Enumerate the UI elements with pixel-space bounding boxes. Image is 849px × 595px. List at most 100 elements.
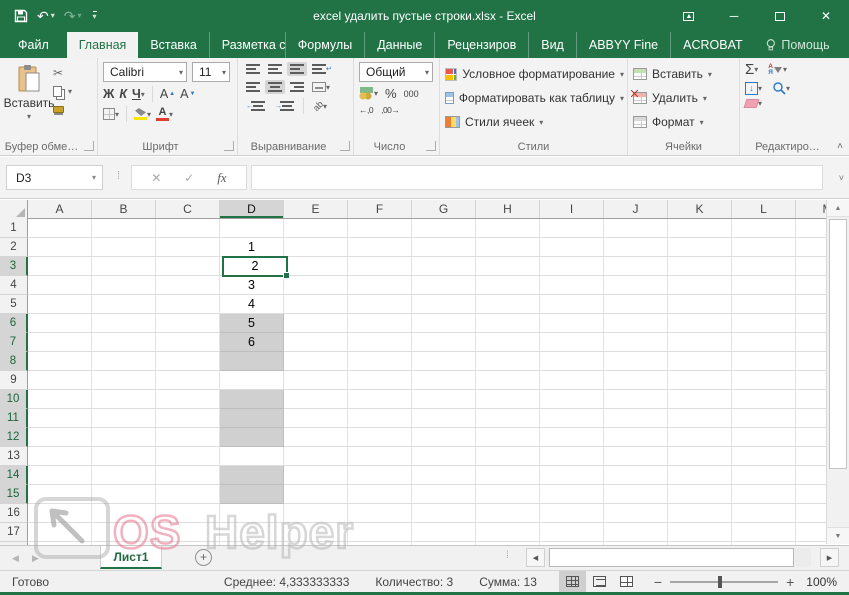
vertical-scroll-thumb[interactable] <box>829 219 847 469</box>
column-header-L[interactable]: L <box>732 200 796 218</box>
row-header-4[interactable]: 4 <box>0 276 28 295</box>
cell-B14[interactable] <box>92 466 156 485</box>
align-center-button[interactable] <box>265 80 285 94</box>
cell-B7[interactable] <box>92 333 156 352</box>
cell-A4[interactable] <box>28 276 92 295</box>
new-sheet-button[interactable]: + <box>195 549 212 566</box>
cell-D17[interactable] <box>220 523 284 542</box>
wrap-text-button[interactable]: ↵ <box>309 62 335 76</box>
cell-E15[interactable] <box>284 485 348 504</box>
vertical-scrollbar[interactable]: ▲ ▼ <box>826 200 849 544</box>
underline-button[interactable]: Ч ▾ <box>132 87 145 101</box>
cell-B10[interactable] <box>92 390 156 409</box>
cell-M6[interactable] <box>796 314 826 333</box>
clipboard-dialog-launcher[interactable] <box>84 141 94 151</box>
cell-L9[interactable] <box>732 371 796 390</box>
cell-K9[interactable] <box>668 371 732 390</box>
cell-H10[interactable] <box>476 390 540 409</box>
cell-H4[interactable] <box>476 276 540 295</box>
cell-F9[interactable] <box>348 371 412 390</box>
cell-K16[interactable] <box>668 504 732 523</box>
cell-I4[interactable] <box>540 276 604 295</box>
font-name-combo[interactable]: Calibri ▾ <box>103 62 187 82</box>
cell-K10[interactable] <box>668 390 732 409</box>
enter-icon[interactable]: ✓ <box>184 171 194 185</box>
cell-L2[interactable] <box>732 238 796 257</box>
cell-I6[interactable] <box>540 314 604 333</box>
cell-M10[interactable] <box>796 390 826 409</box>
cell-A14[interactable] <box>28 466 92 485</box>
cell-C14[interactable] <box>156 466 220 485</box>
cell-F6[interactable] <box>348 314 412 333</box>
column-header-I[interactable]: I <box>540 200 604 218</box>
cell-C12[interactable] <box>156 428 220 447</box>
cell-E1[interactable] <box>284 219 348 238</box>
cell-I3[interactable] <box>540 257 604 276</box>
cell-K2[interactable] <box>668 238 732 257</box>
hscroll-left-icon[interactable]: ◀ <box>526 548 545 567</box>
cell-J7[interactable] <box>604 333 668 352</box>
cell-A13[interactable] <box>28 447 92 466</box>
name-box[interactable]: D3 ▾ <box>6 165 103 190</box>
cell-K6[interactable] <box>668 314 732 333</box>
cell-H14[interactable] <box>476 466 540 485</box>
merge-center-button[interactable]: ▾ <box>309 80 333 94</box>
cell-M4[interactable] <box>796 276 826 295</box>
cell-B9[interactable] <box>92 371 156 390</box>
row-header-5[interactable]: 5 <box>0 295 28 314</box>
row-header-13[interactable]: 13 <box>0 447 28 466</box>
cell-C9[interactable] <box>156 371 220 390</box>
cell-E5[interactable] <box>284 295 348 314</box>
collapse-ribbon-button[interactable]: ˄ <box>837 141 843 152</box>
cell-A1[interactable] <box>28 219 92 238</box>
cell-L1[interactable] <box>732 219 796 238</box>
cell-I2[interactable] <box>540 238 604 257</box>
ribbon-tab-7[interactable]: Вид <box>528 32 576 58</box>
find-select-button[interactable]: ▾ <box>772 81 790 95</box>
zoom-out-button[interactable]: − <box>654 574 662 590</box>
cell-A3[interactable] <box>28 257 92 276</box>
zoom-slider[interactable] <box>670 575 779 588</box>
cell-F13[interactable] <box>348 447 412 466</box>
cell-M15[interactable] <box>796 485 826 504</box>
cell-D7[interactable]: 6 <box>220 333 284 352</box>
cell-F12[interactable] <box>348 428 412 447</box>
page-break-view-button[interactable] <box>613 571 640 592</box>
cell-I1[interactable] <box>540 219 604 238</box>
ribbon-display-options-button[interactable]: ▲ <box>665 0 711 32</box>
row-header-11[interactable]: 11 <box>0 409 28 428</box>
prev-sheet-icon[interactable]: ◀ <box>12 553 19 564</box>
column-header-K[interactable]: K <box>668 200 732 218</box>
format-as-table-button[interactable]: Форматировать как таблицу ▾ <box>445 86 624 110</box>
cell-C3[interactable] <box>156 257 220 276</box>
cell-C2[interactable] <box>156 238 220 257</box>
cell-G5[interactable] <box>412 295 476 314</box>
cell-K15[interactable] <box>668 485 732 504</box>
align-right-button[interactable] <box>287 80 307 94</box>
cell-E4[interactable] <box>284 276 348 295</box>
cell-A5[interactable] <box>28 295 92 314</box>
cell-B11[interactable] <box>92 409 156 428</box>
cell-K14[interactable] <box>668 466 732 485</box>
cell-H12[interactable] <box>476 428 540 447</box>
row-header-2[interactable]: 2 <box>0 238 28 257</box>
cell-G2[interactable] <box>412 238 476 257</box>
sheet-tab-list1[interactable]: Лист1 <box>100 546 162 569</box>
font-size-combo[interactable]: 11 ▾ <box>192 62 230 82</box>
cell-K1[interactable] <box>668 219 732 238</box>
shrink-font-button[interactable]: А ▼ <box>180 87 195 101</box>
cell-J14[interactable] <box>604 466 668 485</box>
cell-G14[interactable] <box>412 466 476 485</box>
row-header-8[interactable]: 8 <box>0 352 28 371</box>
cell-K11[interactable] <box>668 409 732 428</box>
cell-L16[interactable] <box>732 504 796 523</box>
insert-cells-button[interactable]: Вставить ▾ <box>633 62 736 86</box>
cell-C7[interactable] <box>156 333 220 352</box>
cell-B3[interactable] <box>92 257 156 276</box>
cell-I13[interactable] <box>540 447 604 466</box>
cell-F3[interactable] <box>348 257 412 276</box>
cell-I12[interactable] <box>540 428 604 447</box>
cell-H17[interactable] <box>476 523 540 542</box>
cell-M16[interactable] <box>796 504 826 523</box>
align-bottom-button[interactable] <box>287 62 307 76</box>
